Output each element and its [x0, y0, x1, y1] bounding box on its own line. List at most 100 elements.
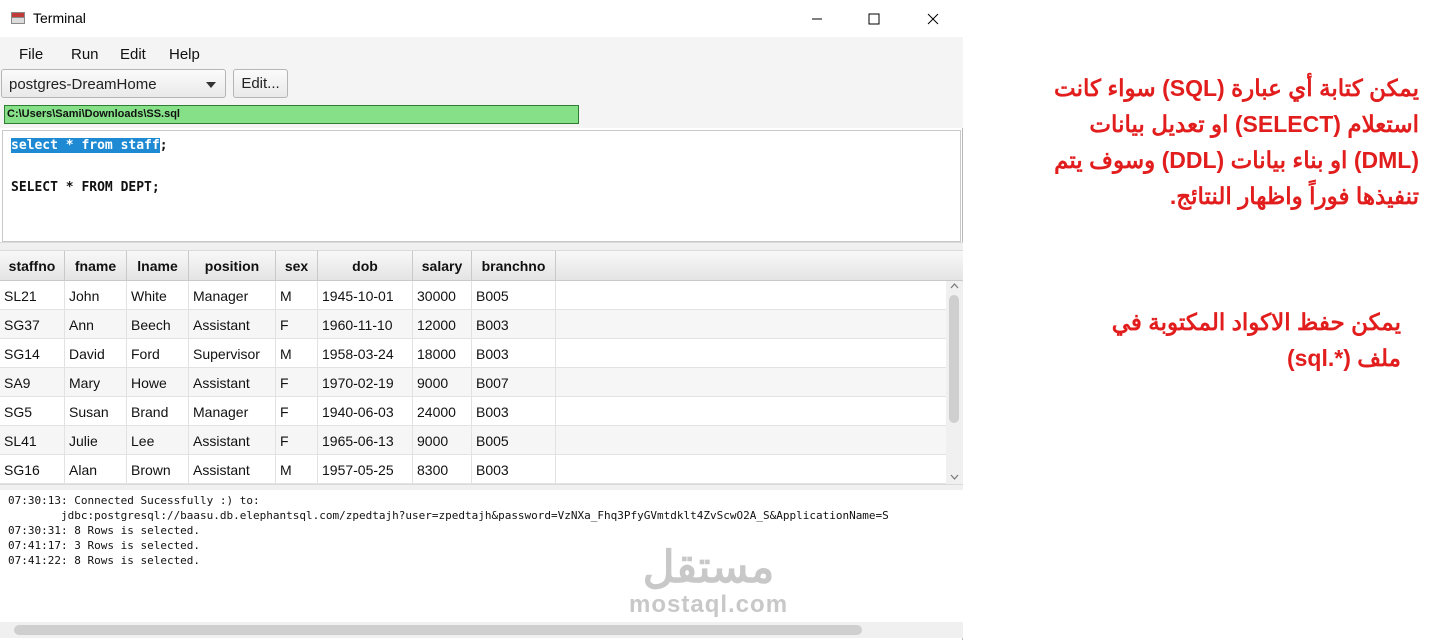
log-line: 07:41:22: 8 Rows is selected.	[8, 554, 201, 567]
chevron-up-icon[interactable]	[950, 283, 959, 289]
minimize-button[interactable]	[794, 0, 840, 37]
column-header-fname[interactable]: fname	[65, 251, 127, 280]
note-line: يمكن حفظ الاكواد المكتوبة في	[1111, 309, 1401, 335]
code-line: SELECT * FROM DEPT;	[11, 180, 160, 195]
table-row[interactable]: SG16 Alan Brown Assistant M 1957-05-25 8300 B00…	[0, 455, 946, 484]
table-cell: 1970-02-19	[318, 368, 413, 396]
title-bar: Terminal	[0, 0, 963, 37]
menu-help[interactable]: Help	[169, 46, 200, 63]
sql-editor[interactable]: select * from staff; SELECT * FROM DEPT;	[2, 130, 961, 242]
column-header-sex[interactable]: sex	[276, 251, 318, 280]
table-cell: B003	[472, 455, 556, 483]
menu-run[interactable]: Run	[71, 46, 99, 63]
table-cell: B007	[472, 368, 556, 396]
splitter-handle[interactable]	[0, 242, 963, 251]
column-header-lname[interactable]: lname	[127, 251, 189, 280]
path-bar: C:\Users\Sami\Downloads\SS.sql	[0, 102, 963, 128]
log-line: 07:41:17: 3 Rows is selected.	[8, 539, 201, 552]
table-cell: F	[276, 397, 318, 425]
app-icon	[11, 12, 25, 24]
table-cell: B003	[472, 397, 556, 425]
table-cell: David	[65, 339, 127, 367]
table-row[interactable]: SL41 Julie Lee Assistant F 1965-06-13 9000 B005	[0, 426, 946, 455]
table-cell: SG37	[0, 310, 65, 338]
connection-dropdown[interactable]: postgres-DreamHome	[1, 69, 226, 98]
table-cell: SG14	[0, 339, 65, 367]
code-text: ;	[159, 138, 168, 153]
table-cell: B003	[472, 310, 556, 338]
column-header-branchno[interactable]: branchno	[472, 251, 556, 280]
note-line: يمكن كتابة أي عبارة (SQL) سواء كانت	[1053, 75, 1419, 101]
scrollbar-thumb[interactable]	[14, 625, 862, 635]
table-cell: 8300	[413, 455, 472, 483]
table-cell: Brand	[127, 397, 189, 425]
annotation-note-sql: يمكن كتابة أي عبارة (SQL) سواء كانت استع…	[989, 70, 1419, 214]
table-cell: F	[276, 426, 318, 454]
table-cell: 1958-03-24	[318, 339, 413, 367]
table-cell: 18000	[413, 339, 472, 367]
table-cell: SA9	[0, 368, 65, 396]
log-line: 07:30:31: 8 Rows is selected.	[8, 524, 201, 537]
maximize-button[interactable]	[851, 0, 897, 37]
note-line: ملف (*.sql)	[1286, 345, 1401, 371]
table-cell: Manager	[189, 397, 276, 425]
column-header-salary[interactable]: salary	[413, 251, 472, 280]
connection-value: postgres-DreamHome	[9, 76, 157, 93]
table-cell: SG5	[0, 397, 65, 425]
menu-file[interactable]: File	[19, 46, 43, 63]
table-header: staffno fname lname position sex dob salary bra…	[0, 251, 963, 281]
minimize-icon	[812, 18, 822, 19]
chevron-down-icon[interactable]	[950, 474, 959, 480]
horizontal-scrollbar[interactable]	[0, 622, 963, 638]
table-cell: Julie	[65, 426, 127, 454]
table-row[interactable]: SG14 David Ford Supervisor M 1958-03-24 18000 B…	[0, 339, 946, 368]
table-cell: Beech	[127, 310, 189, 338]
column-header-dob[interactable]: dob	[318, 251, 413, 280]
table-cell: Howe	[127, 368, 189, 396]
column-header-staffno[interactable]: staffno	[0, 251, 65, 280]
vertical-scrollbar[interactable]	[946, 281, 963, 484]
table-cell: Manager	[189, 281, 276, 309]
table-cell: Supervisor	[189, 339, 276, 367]
table-cell: SL41	[0, 426, 65, 454]
table-cell: F	[276, 310, 318, 338]
table-cell: 1965-06-13	[318, 426, 413, 454]
table-cell: B005	[472, 426, 556, 454]
note-line: استعلام (SELECT) او تعديل بيانات	[1089, 111, 1419, 137]
table-cell: Mary	[65, 368, 127, 396]
log-console: 07:30:13: Connected Sucessfully :) to: j…	[0, 490, 963, 622]
close-button[interactable]	[910, 0, 956, 37]
table-cell: White	[127, 281, 189, 309]
menu-edit[interactable]: Edit	[120, 46, 146, 63]
selected-text: select * from staff	[11, 138, 160, 153]
file-path-label: C:\Users\Sami\Downloads\SS.sql	[4, 105, 579, 124]
maximize-icon	[868, 13, 880, 24]
table-cell: 30000	[413, 281, 472, 309]
table-cell: Alan	[65, 455, 127, 483]
column-header-position[interactable]: position	[189, 251, 276, 280]
table-cell: F	[276, 368, 318, 396]
close-icon	[927, 13, 939, 24]
table-cell: Susan	[65, 397, 127, 425]
note-line: تنفيذها فوراً واظهار النتائج.	[1169, 183, 1419, 209]
table-row[interactable]: SG37 Ann Beech Assistant F 1960-11-10 12000 B00…	[0, 310, 946, 339]
table-cell: 12000	[413, 310, 472, 338]
table-cell: Brown	[127, 455, 189, 483]
table-cell: John	[65, 281, 127, 309]
watermark: مستقل mostaql.com	[629, 545, 788, 619]
terminal-window: Terminal File Run Edit Help postgres-Dre…	[0, 0, 963, 640]
table-cell: Assistant	[189, 455, 276, 483]
table-row[interactable]: SA9 Mary Howe Assistant F 1970-02-19 9000 B007	[0, 368, 946, 397]
log-line: jdbc:postgresql://baasu.db.elephantsql.c…	[8, 509, 889, 522]
annotation-note-save: يمكن حفظ الاكواد المكتوبة في ملف (*.sql)	[1021, 304, 1401, 376]
code-line: select * from staff;	[11, 138, 168, 153]
table-cell: 1940-06-03	[318, 397, 413, 425]
table-row[interactable]: SL21 John White Manager M 1945-10-01 30000 B005	[0, 281, 946, 310]
note-line: (DML) او بناء بيانات (DDL) وسوف يتم	[1054, 147, 1419, 173]
table-cell: Assistant	[189, 426, 276, 454]
table-cell: M	[276, 281, 318, 309]
edit-connection-button[interactable]: Edit...	[233, 69, 288, 98]
scrollbar-thumb[interactable]	[949, 295, 959, 423]
menu-bar: File Run Edit Help	[0, 37, 963, 68]
table-row[interactable]: SG5 Susan Brand Manager F 1940-06-03 24000 B003	[0, 397, 946, 426]
